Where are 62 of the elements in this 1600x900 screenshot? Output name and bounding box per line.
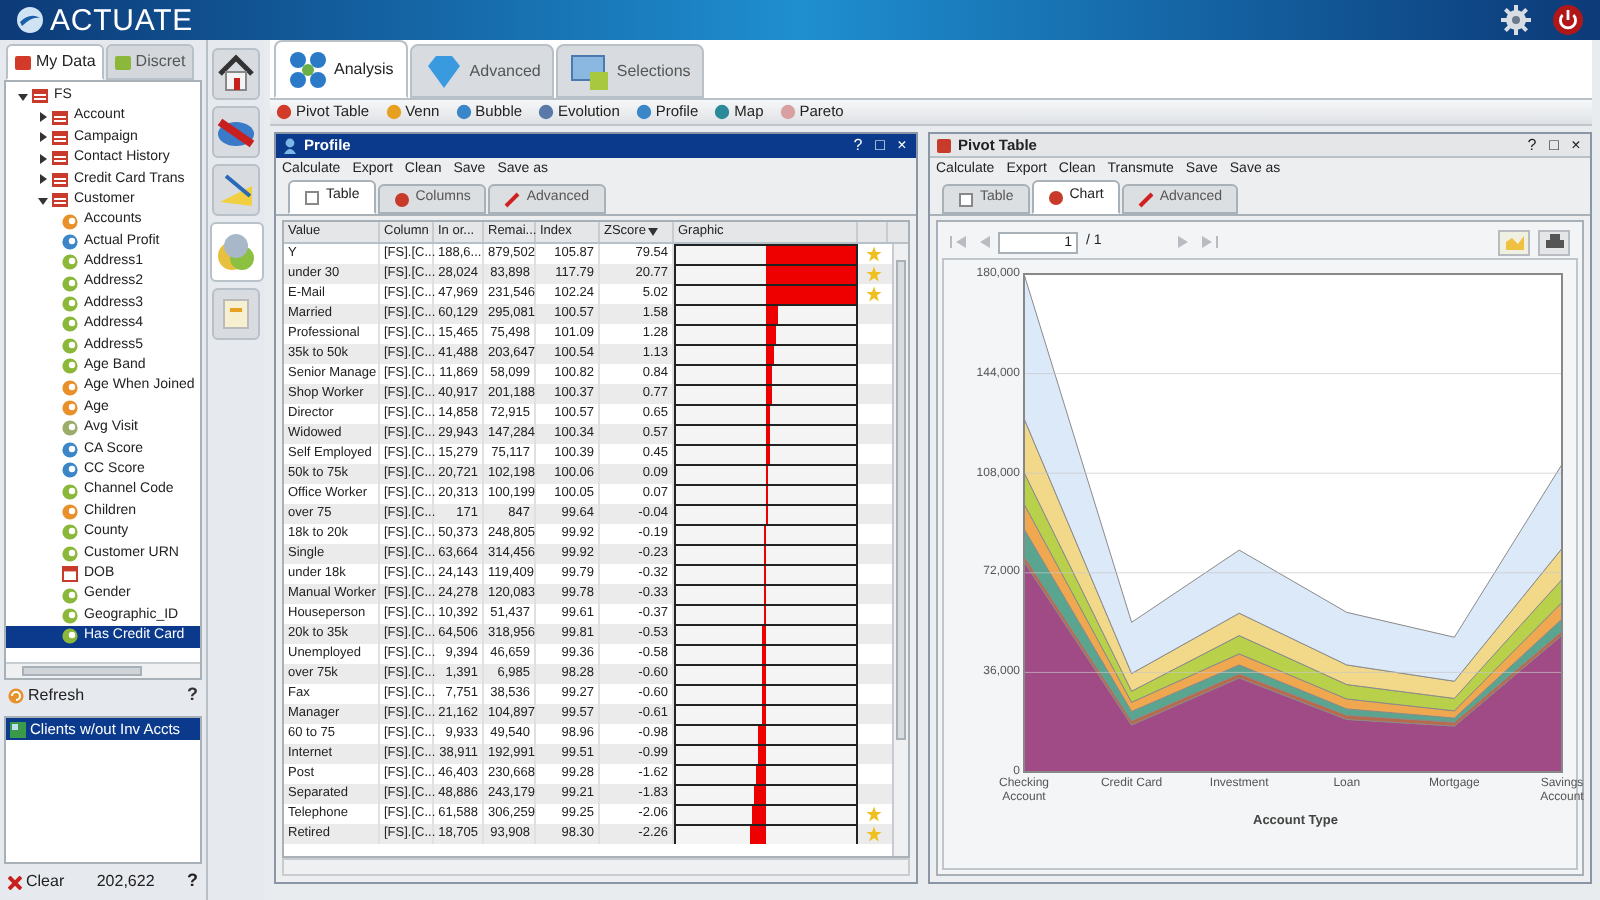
sort-icon — [647, 228, 658, 236]
star-icon — [865, 266, 881, 282]
print-button[interactable] — [1538, 229, 1570, 255]
table-icon — [52, 192, 68, 209]
table-icon — [52, 129, 68, 146]
window-control[interactable]: × — [1568, 137, 1584, 153]
window-control[interactable]: □ — [872, 138, 888, 154]
window-control[interactable]: ? — [850, 138, 866, 154]
analysis-tab[interactable]: Analysis — [274, 40, 408, 98]
diamond-icon — [423, 51, 464, 91]
power-icon — [1552, 4, 1584, 36]
side-tab[interactable] — [212, 48, 260, 100]
record-count: 202,622 — [96, 870, 155, 894]
refresh-icon — [8, 688, 24, 704]
table-icon — [936, 137, 952, 153]
blob-icon — [214, 230, 258, 274]
data-tab[interactable]: My Data — [6, 44, 104, 80]
cube-icon — [113, 53, 132, 71]
last-page-icon — [1201, 236, 1218, 248]
pen-icon — [504, 191, 521, 207]
person-icon — [282, 138, 298, 154]
clear-button[interactable]: Clear — [8, 870, 65, 894]
star-icon — [865, 286, 881, 302]
help-link[interactable]: ? — [186, 868, 198, 896]
window-control[interactable]: × — [894, 138, 910, 154]
collapse-icon — [38, 195, 48, 206]
table-icon — [52, 150, 68, 167]
table-icon — [304, 189, 320, 205]
window-control[interactable]: ? — [1524, 137, 1540, 153]
horizontal-scrollbar[interactable] — [6, 662, 200, 678]
printer-icon — [1545, 234, 1563, 250]
analysis-tab[interactable]: Advanced — [409, 44, 555, 98]
calendar-icon — [62, 566, 78, 583]
logo-icon — [16, 6, 44, 34]
table-icon — [52, 171, 68, 188]
data-tab[interactable]: Discret — [105, 44, 194, 80]
pie-icon — [1047, 189, 1064, 205]
analysis-tab[interactable]: Selections — [556, 44, 705, 98]
collapse-icon — [18, 91, 28, 102]
window-control[interactable]: □ — [1546, 137, 1562, 153]
vertical-scrollbar[interactable] — [892, 244, 908, 856]
first-page-icon — [950, 236, 966, 248]
table-icon — [32, 88, 48, 105]
grid-icon — [570, 51, 611, 91]
star-icon — [865, 826, 881, 842]
table-icon — [52, 109, 68, 126]
table-icon — [14, 53, 32, 71]
settings-icon — [1500, 4, 1532, 36]
logo-text: ACTUATE — [50, 5, 194, 35]
star-icon — [865, 806, 881, 822]
help-link[interactable]: ? — [187, 682, 198, 710]
refresh-button[interactable]: Refresh — [8, 684, 85, 708]
horizontal-scrollbar[interactable] — [282, 858, 910, 876]
pie-icon — [393, 191, 410, 207]
network-icon — [288, 49, 328, 89]
area-chart-icon — [1505, 234, 1523, 250]
group-icon — [10, 721, 26, 737]
close-icon — [8, 875, 22, 889]
table-icon — [958, 191, 974, 207]
house-icon — [214, 52, 258, 96]
pen-icon — [1137, 191, 1154, 207]
star-icon — [865, 246, 881, 262]
